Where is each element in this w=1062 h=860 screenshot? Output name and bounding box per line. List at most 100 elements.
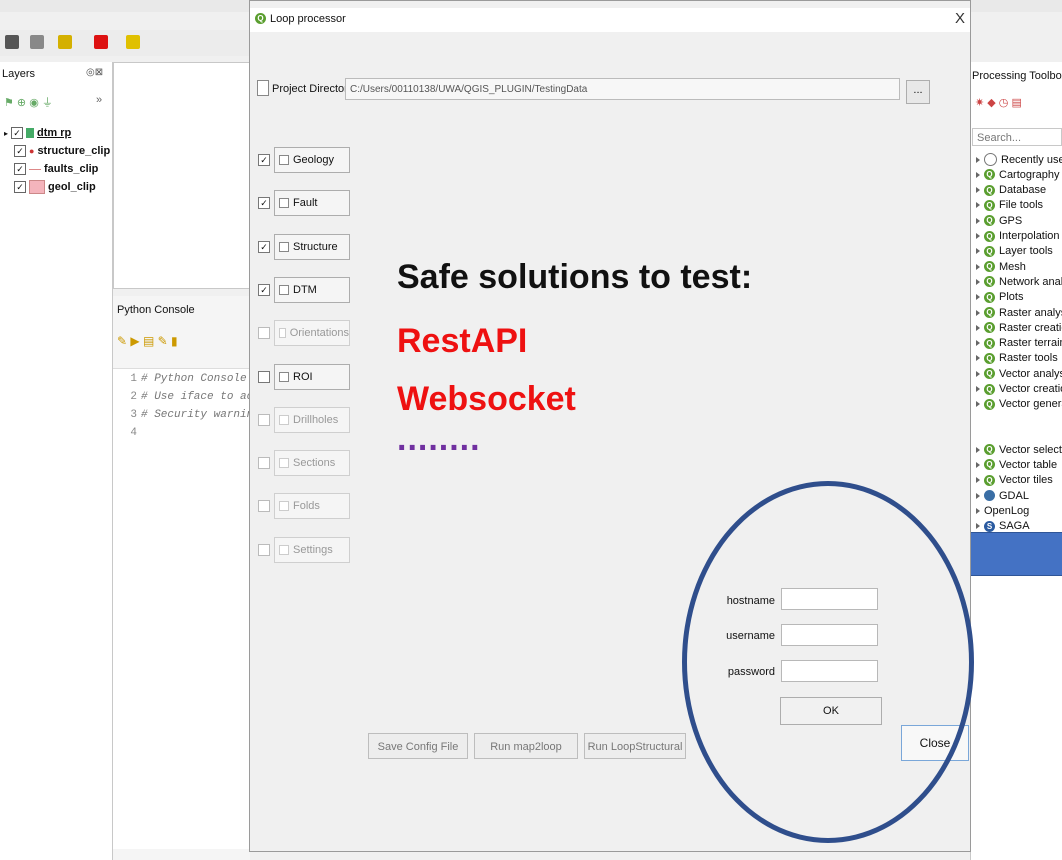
processing-item[interactable]: Q Raster analysis: [976, 305, 1062, 320]
section-checkbox[interactable]: [258, 370, 270, 383]
section-checkbox[interactable]: [258, 413, 270, 426]
processing-item[interactable]: Q Vector selectio: [976, 442, 1062, 457]
processing-item[interactable]: Q Mesh: [976, 259, 1026, 274]
expand-arrow-icon[interactable]: [976, 171, 980, 178]
section-button-orientations[interactable]: Orientations: [274, 320, 350, 347]
dialog-titlebar[interactable]: [250, 8, 970, 32]
section-checkbox[interactable]: ✓: [258, 240, 270, 253]
plugin-tool-icon[interactable]: [58, 35, 72, 49]
layer-checkbox[interactable]: ✓: [11, 127, 24, 139]
expand-arrow-icon[interactable]: [976, 477, 980, 484]
processing-item[interactable]: Q Raster terrain a: [976, 336, 1062, 351]
processing-item[interactable]: Q Vector creation: [976, 382, 1062, 397]
expand-arrow-icon[interactable]: ▸: [4, 129, 8, 138]
password-input[interactable]: [781, 660, 878, 682]
section-button-sections[interactable]: Sections: [274, 450, 350, 477]
expand-arrow-icon[interactable]: [976, 202, 980, 209]
hostname-input[interactable]: [781, 588, 878, 610]
expand-arrow-icon[interactable]: [976, 401, 980, 408]
dialog-close-icon[interactable]: X: [955, 10, 965, 27]
expand-arrow-icon[interactable]: [976, 156, 980, 163]
section-button-geology[interactable]: Geology: [274, 147, 350, 173]
expand-arrow-icon[interactable]: [976, 507, 980, 514]
section-checkbox[interactable]: [258, 543, 270, 556]
project-directory-input[interactable]: C:/Users/00110138/UWA/QGIS_PLUGIN/Testin…: [345, 78, 900, 100]
section-checkbox[interactable]: ✓: [258, 283, 270, 296]
expand-arrow-icon[interactable]: [976, 187, 980, 194]
section-button-drillholes[interactable]: Drillholes: [274, 406, 350, 433]
processing-item[interactable]: Recently used: [976, 152, 1062, 167]
processing-item[interactable]: GDAL: [976, 488, 1029, 503]
expand-arrow-icon[interactable]: [976, 370, 980, 377]
section-checkbox[interactable]: [258, 500, 270, 513]
map-canvas[interactable]: [113, 62, 252, 289]
save-config-button[interactable]: Save Config File: [368, 733, 468, 759]
processing-item[interactable]: Q Interpolation: [976, 229, 1060, 244]
expand-arrow-icon[interactable]: [976, 278, 980, 285]
section-checkbox[interactable]: [258, 457, 270, 470]
expand-arrow-icon[interactable]: [976, 309, 980, 316]
layer-checkbox[interactable]: ✓: [14, 163, 26, 175]
console-toolbar-icons[interactable]: ✎ ▶ ▤ ✎ ▮: [117, 334, 178, 348]
processing-item[interactable]: Q Layer tools: [976, 244, 1053, 259]
section-checkbox[interactable]: [258, 327, 270, 340]
section-button-settings[interactable]: Settings: [274, 536, 350, 563]
section-button-structure[interactable]: Structure: [274, 233, 350, 260]
section-checkbox[interactable]: ✓: [258, 154, 270, 166]
expand-arrow-icon[interactable]: [976, 386, 980, 392]
expand-arrow-icon[interactable]: [976, 233, 980, 239]
expand-arrow-icon[interactable]: [976, 217, 980, 224]
processing-item[interactable]: Q Vector general: [976, 397, 1062, 412]
processing-item[interactable]: Q Plots: [976, 290, 1023, 305]
expand-arrow-icon[interactable]: [976, 340, 980, 347]
pencil-tool-icon[interactable]: [126, 35, 140, 49]
copy-tool-icon[interactable]: [30, 35, 44, 49]
processing-search-input[interactable]: Search...: [972, 128, 1062, 146]
expand-arrow-icon[interactable]: [976, 324, 980, 331]
layer-tools-icon[interactable]: ⚑ ⊕ ◉ ⏚: [4, 94, 53, 110]
expand-arrow-icon[interactable]: [976, 263, 980, 270]
layer-checkbox[interactable]: ✓: [14, 145, 26, 157]
dock-controls-icon[interactable]: ◎⊠: [86, 67, 103, 78]
processing-item[interactable]: Q Raster tools: [976, 351, 1058, 366]
run-loopstructural-button[interactable]: Run LoopStructural: [584, 733, 686, 759]
processing-item[interactable]: OpenLog: [976, 503, 1029, 518]
browse-button[interactable]: ...: [906, 80, 930, 104]
processing-item[interactable]: Q GPS: [976, 213, 1022, 228]
processing-item[interactable]: Q Vector analysis: [976, 366, 1062, 381]
run-map2loop-button[interactable]: Run map2loop: [474, 733, 578, 759]
processing-item-label: Vector table: [999, 458, 1058, 471]
processing-item[interactable]: Q Raster creation: [976, 320, 1062, 335]
processing-tools-icons[interactable]: ✷ ◆ ◷ ▤: [975, 96, 1022, 109]
section-checkbox[interactable]: ✓: [258, 197, 270, 210]
processing-item[interactable]: Q Cartography: [976, 167, 1060, 182]
section-button-roi[interactable]: ROI: [274, 363, 350, 390]
expand-arrow-icon[interactable]: [976, 355, 980, 362]
section-button-folds[interactable]: Folds: [274, 493, 350, 520]
ok-button[interactable]: OK: [780, 697, 882, 725]
processing-item[interactable]: Q Vector table: [976, 457, 1057, 472]
delete-tool-icon[interactable]: [94, 35, 108, 49]
layer-row-structure[interactable]: ✓ ● structure_clip: [14, 143, 110, 159]
section-icon: [279, 284, 289, 295]
processing-item[interactable]: Q Database: [976, 183, 1046, 198]
python-console-editor[interactable]: 1 # Python Console 2 # Use iface to acce 3…: [113, 368, 266, 849]
layers-tool-icon[interactable]: [5, 35, 19, 49]
processing-item[interactable]: Q Network analy: [976, 274, 1062, 289]
expand-arrow-icon[interactable]: [976, 248, 980, 255]
expand-arrow-icon[interactable]: [976, 492, 980, 499]
expand-arrow-icon[interactable]: [976, 461, 980, 468]
layer-row-faults[interactable]: ✓ faults_clip: [14, 161, 98, 177]
layer-checkbox[interactable]: ✓: [14, 181, 26, 193]
expand-icon[interactable]: »: [96, 94, 102, 106]
processing-item[interactable]: Q File tools: [976, 198, 1043, 213]
expand-arrow-icon[interactable]: [976, 523, 980, 530]
section-button-fault[interactable]: Fault: [274, 190, 350, 217]
expand-arrow-icon[interactable]: [976, 446, 980, 453]
processing-item[interactable]: Q Vector tiles: [976, 473, 1053, 488]
expand-arrow-icon[interactable]: [976, 294, 980, 301]
section-button-dtm[interactable]: DTM: [274, 276, 350, 303]
layer-row-dtm[interactable]: ▸ ✓ dtm rp: [4, 125, 71, 141]
layer-row-geol[interactable]: ✓ geol_clip: [14, 179, 96, 195]
username-input[interactable]: [781, 624, 878, 646]
